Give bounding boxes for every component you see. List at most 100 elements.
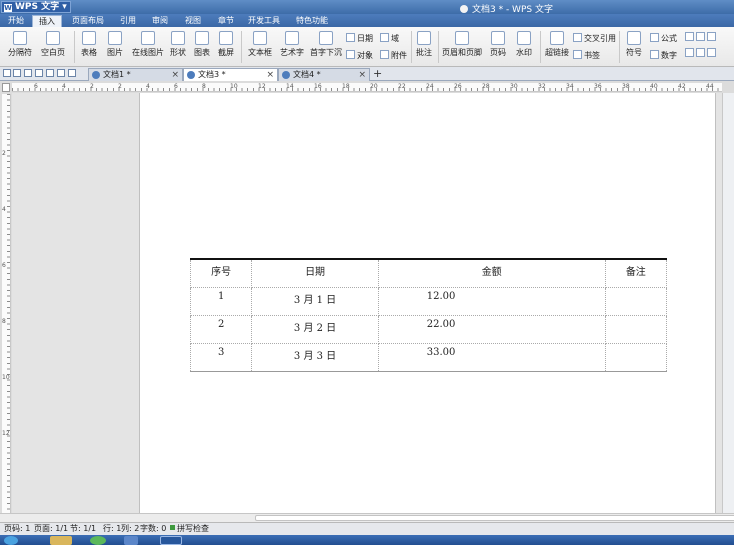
tab-section[interactable]: 章节 xyxy=(212,15,240,27)
ruler-number: 30 xyxy=(510,83,518,90)
header-amount[interactable]: 金额 xyxy=(377,258,606,288)
date-button[interactable]: 日期 xyxy=(346,33,373,44)
form-controls[interactable] xyxy=(685,32,718,42)
ruler-number: 8 xyxy=(2,318,6,325)
cell-amount[interactable]: 22.00 xyxy=(377,315,606,344)
cell-amount[interactable]: 12.00 xyxy=(377,287,606,316)
ruler-number: 28 xyxy=(482,83,490,90)
horizontal-scrollbar[interactable] xyxy=(0,513,734,522)
os-taskbar xyxy=(0,535,734,545)
cell-serial[interactable]: 1 xyxy=(189,287,253,316)
status-section: 节: 1/1 xyxy=(70,524,97,533)
page-break-icon xyxy=(13,31,27,45)
symbol-button[interactable]: 符号 xyxy=(622,31,646,58)
picture-button[interactable]: 图片 xyxy=(104,31,126,58)
app-menu-button[interactable]: W WPS 文字 ▾ xyxy=(1,1,71,13)
object-button[interactable]: 对象 xyxy=(346,50,373,61)
cell-remark[interactable] xyxy=(604,287,668,316)
page-break-button[interactable]: 分隔符 xyxy=(4,31,36,58)
document-page[interactable]: 序号 日期 金额 备注 1 3 月 1 日 12.00 2 3 月 2 日 22… xyxy=(139,93,716,513)
comment-button[interactable]: 批注 xyxy=(414,31,434,58)
doc-tab-4[interactable]: 文档4 * × xyxy=(278,68,370,81)
horizontal-scroll-thumb[interactable] xyxy=(255,515,734,521)
formula-button[interactable]: 公式 xyxy=(650,33,677,44)
chart-button[interactable]: 图表 xyxy=(192,31,212,58)
blank-page-button[interactable]: 空白页 xyxy=(38,31,68,58)
ruler-number: 14 xyxy=(286,83,294,90)
undo-icon[interactable] xyxy=(57,69,65,77)
open-folder-icon[interactable] xyxy=(3,69,11,77)
tab-page-layout[interactable]: 页面布局 xyxy=(68,15,108,27)
tab-developer[interactable]: 开发工具 xyxy=(244,15,284,27)
cell-date[interactable]: 3 月 1 日 xyxy=(251,287,379,316)
data-table[interactable]: 序号 日期 金额 备注 1 3 月 1 日 12.00 2 3 月 2 日 22… xyxy=(189,258,668,372)
tab-special[interactable]: 特色功能 xyxy=(291,15,333,27)
save-icon[interactable] xyxy=(13,69,21,77)
paperclip-icon xyxy=(380,50,389,59)
format-painter-icon[interactable] xyxy=(46,69,54,77)
horizontal-ruler[interactable]: 6 4 2 2 4 6 8 10 12 14 16 18 20 22 24 26 28 30 32 34 36 38 40 4… xyxy=(12,83,722,92)
page-number-button[interactable]: 页码 xyxy=(486,31,510,58)
word-art-icon xyxy=(285,31,299,45)
cell-serial[interactable]: 2 xyxy=(189,315,253,344)
redo-icon[interactable] xyxy=(68,69,76,77)
hyperlink-button[interactable]: 超链接 xyxy=(544,31,570,58)
vertical-ruler[interactable]: 2 4 6 8 10 12 xyxy=(2,94,11,514)
document-icon xyxy=(92,71,100,79)
table-button[interactable]: 表格 xyxy=(78,31,100,58)
online-picture-button[interactable]: 在线图片 xyxy=(131,31,165,58)
text-box-button[interactable]: 文本框 xyxy=(245,31,275,58)
tab-review[interactable]: 审阅 xyxy=(146,15,174,27)
drop-cap-button[interactable]: 首字下沉 xyxy=(309,31,343,58)
print-preview-icon[interactable] xyxy=(24,69,32,77)
attachment-button[interactable]: 附件 xyxy=(380,50,407,61)
cross-reference-button[interactable]: 交叉引用 xyxy=(573,33,616,44)
tab-view[interactable]: 视图 xyxy=(179,15,207,27)
number-button[interactable]: 数字 xyxy=(650,50,677,61)
ruler-tab-selector[interactable] xyxy=(2,83,10,92)
field-button[interactable]: 域 xyxy=(380,33,399,44)
cell-date[interactable]: 3 月 2 日 xyxy=(251,315,379,344)
table-row: 2 3 月 2 日 22.00 xyxy=(189,315,668,344)
properties-icon xyxy=(696,48,705,57)
cell-date[interactable]: 3 月 3 日 xyxy=(251,343,379,372)
doc-tab-1[interactable]: 文档1 * × xyxy=(88,68,183,81)
shape-button[interactable]: 形状 xyxy=(167,31,189,58)
header-remark[interactable]: 备注 xyxy=(604,258,668,288)
close-tab-icon[interactable]: × xyxy=(358,69,366,81)
header-footer-button[interactable]: 页眉和页脚 xyxy=(441,31,483,58)
cell-remark[interactable] xyxy=(604,315,668,344)
bookmark-button[interactable]: 书签 xyxy=(573,50,600,61)
tab-start[interactable]: 开始 xyxy=(4,15,28,27)
spell-check-toggle[interactable]: 拼写检查 xyxy=(170,523,209,535)
new-tab-button[interactable]: + xyxy=(373,67,382,81)
header-footer-icon xyxy=(455,31,469,45)
ruler-number: 12 xyxy=(2,430,10,437)
browser-taskbar-icon[interactable] xyxy=(90,536,106,545)
vertical-scrollbar[interactable] xyxy=(722,93,734,513)
print-icon[interactable] xyxy=(35,69,43,77)
close-tab-icon[interactable]: × xyxy=(171,69,179,81)
doc-tab-3[interactable]: 文档3 * × xyxy=(183,68,278,81)
menu-bar: 开始 插入 页面布局 引用 审阅 视图 章节 开发工具 特色功能 xyxy=(0,14,734,27)
tab-insert[interactable]: 插入 xyxy=(32,15,62,27)
start-button-icon[interactable] xyxy=(4,536,18,545)
watermark-button[interactable]: 水印 xyxy=(512,31,536,58)
word-art-button[interactable]: 艺术字 xyxy=(279,31,305,58)
screenshot-button[interactable]: 截屏 xyxy=(215,31,237,58)
picture-icon xyxy=(108,31,122,45)
cell-amount[interactable]: 33.00 xyxy=(377,343,606,372)
explorer-taskbar-icon[interactable] xyxy=(50,536,72,545)
close-tab-icon[interactable]: × xyxy=(266,69,274,81)
ruler-number: 42 xyxy=(678,83,686,90)
app-taskbar-icon[interactable] xyxy=(124,536,138,545)
cell-serial[interactable]: 3 xyxy=(189,343,253,372)
design-controls[interactable] xyxy=(685,48,718,58)
online-picture-icon xyxy=(141,31,155,45)
tab-references[interactable]: 引用 xyxy=(114,15,142,27)
ruler-number: 6 xyxy=(2,262,6,269)
header-serial[interactable]: 序号 xyxy=(189,258,253,288)
wps-taskbar-icon[interactable] xyxy=(160,536,182,545)
header-date[interactable]: 日期 xyxy=(251,258,379,288)
cell-remark[interactable] xyxy=(604,343,668,372)
